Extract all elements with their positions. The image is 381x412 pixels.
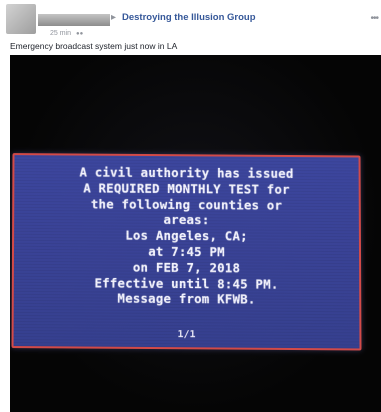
post-header: ▸ Destroying the Illusion Group 25 min ●… (0, 0, 381, 44)
alert-line: Message from KFWB. (117, 290, 256, 307)
alert-message: A civil authority has issued A REQUIRED … (14, 164, 360, 308)
alert-page-indicator: 1/1 (177, 329, 196, 341)
more-options-icon[interactable]: ••• (370, 13, 378, 24)
timestamp[interactable]: 25 min (50, 30, 71, 37)
redacted-author-name (38, 14, 110, 26)
emergency-alert-screen: A civil authority has issued A REQUIRED … (11, 153, 362, 351)
post-text: Emergency broadcast system just now in L… (10, 41, 178, 51)
triangle-right-icon: ▸ (111, 12, 117, 23)
avatar[interactable] (6, 4, 36, 34)
post-photo[interactable]: A civil authority has issued A REQUIRED … (10, 55, 381, 412)
group-name-link[interactable]: Destroying the Illusion Group (122, 12, 256, 23)
feed-post: ▸ Destroying the Illusion Group 25 min ●… (0, 0, 381, 412)
group-audience-icon: ●● (75, 31, 84, 37)
post-meta: 25 min ●● (50, 30, 83, 37)
